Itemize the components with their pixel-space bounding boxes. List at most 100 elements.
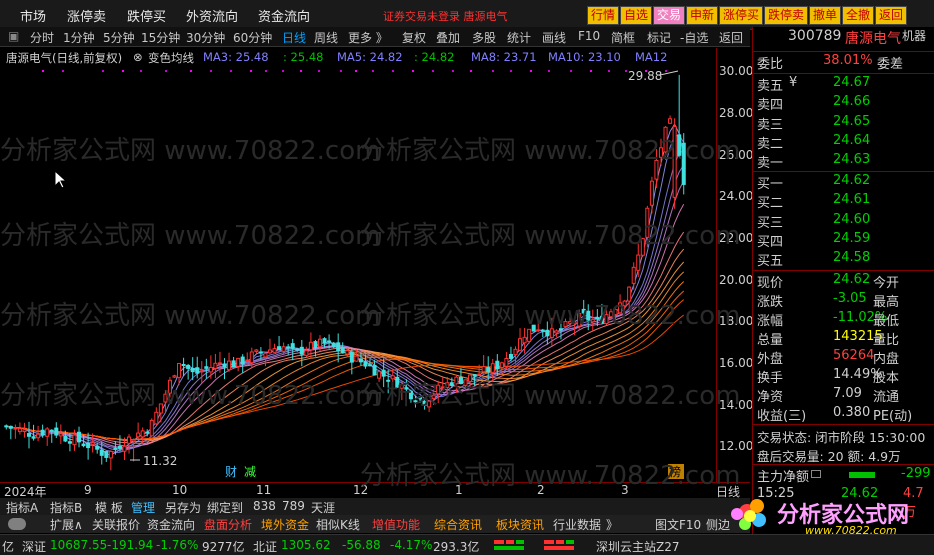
status-prefix: 亿 [2,540,15,554]
candle-body [508,354,513,359]
tab-market-analysis[interactable]: 盘面分析 [204,516,252,533]
ask-level-3[interactable]: 卖三 24.65 [753,114,934,133]
tool-overlay[interactable]: 叠加 [436,29,460,46]
bid-level-2[interactable]: 买二 24.61 [753,192,934,211]
tab-manage[interactable]: 管理 [131,499,155,516]
candle [140,427,145,443]
kline-chart[interactable]: 29.88 11.32 财 减 榜 [0,48,716,482]
bid-level-1[interactable]: 买一 24.62 [753,173,934,192]
btn-back[interactable]: 返回 [875,6,908,25]
period-1min[interactable]: 1分钟 [63,29,95,46]
tab-f10[interactable]: 图文F10 [655,516,701,533]
menu-fund-flow[interactable]: 资金流向 [258,6,310,25]
indicator-tab-bar: 指标A 指标B 模 板 管理 另存为 绑定到 838 789 天涯 [0,498,750,515]
ask-level-1[interactable]: 卖一 24.63 [753,152,934,171]
stat-row-5[interactable]: 换手 14.49% 股本 [753,367,934,386]
legend-indicator-toggle-icon[interactable]: ⊗ [133,50,143,64]
period-30min[interactable]: 30分钟 [186,29,225,46]
tool-multi[interactable]: 多股 [472,29,496,46]
tab-value-added[interactable]: 增值功能 [372,516,420,533]
tab-more[interactable]: 》 [606,516,618,533]
candle-body [254,349,259,352]
bz-label[interactable]: 北证 [253,538,277,555]
btn-cancel-order[interactable]: 撤单 [809,6,842,25]
tab-tianya[interactable]: 天涯 [311,499,335,516]
tab-extend[interactable]: 扩展∧ [50,516,83,533]
btn-limit-down-sell[interactable]: 跌停卖 [764,6,809,25]
btn-watchlist[interactable]: 自选 [620,6,653,25]
stat-row-6[interactable]: 净资 7.09 流通 [753,386,934,405]
login-notice: 证券交易未登录 唐源电气 [383,10,508,23]
ask-level-5[interactable]: 卖五 24.67 [753,75,934,94]
main-flow-row[interactable]: 主力净额 -299 [753,466,934,485]
signal-dot [355,70,357,72]
tab-789[interactable]: 789 [282,499,305,513]
period-weekly[interactable]: 周线 [314,29,338,46]
period-60min[interactable]: 60分钟 [233,29,272,46]
weibi-row: 委比 38.01% 委差 [753,53,934,72]
period-more[interactable]: 更多 》 [348,29,388,46]
tab-save-as[interactable]: 另存为 [165,499,201,516]
tab-similar-kline[interactable]: 相似K线 [316,516,360,533]
tab-related-quote[interactable]: 关联报价 [92,516,140,533]
tool-stats[interactable]: 统计 [507,29,531,46]
server-name[interactable]: 深圳云主站Z27 [596,538,680,555]
period-5min[interactable]: 5分钟 [103,29,135,46]
stat-row-4[interactable]: 外盘 56264 内盘 [753,348,934,367]
period-intraday[interactable]: 分时 [30,29,54,46]
tab-industry-data[interactable]: 行业数据 [553,516,601,533]
tab-overseas-funds[interactable]: 境外资金 [261,516,309,533]
period-daily[interactable]: 日线 [282,29,306,46]
tool-adjust[interactable]: 复权 [402,29,426,46]
btn-quote[interactable]: 行情 [587,6,620,25]
sz-label[interactable]: 深证 [22,538,46,555]
robot-tag[interactable]: 机器 [902,27,926,44]
btn-trade[interactable]: 交易 [653,6,686,25]
btn-new-issue[interactable]: 申新 [686,6,719,25]
tab-template[interactable]: 模 板 [95,499,123,516]
bid-level-4[interactable]: 买四 24.59 [753,231,934,250]
main-flow-icon[interactable] [811,470,821,478]
menu-limit-down-buy[interactable]: 跌停买 [127,6,166,25]
signal-dot [42,70,44,72]
tool-watchlist[interactable]: -自选 [680,29,708,46]
menu-market[interactable]: 市场 [20,6,46,25]
tab-indicator-a[interactable]: 指标A [6,499,38,516]
menu-limit-up-sell[interactable]: 涨停卖 [67,6,106,25]
tab-indicator-b[interactable]: 指标B [50,499,82,516]
tab-fund-flow[interactable]: 资金流向 [147,516,195,533]
btn-limit-up-buy[interactable]: 涨停买 [719,6,764,25]
signal-dot [230,70,232,72]
tab-bind-to[interactable]: 绑定到 [207,499,243,516]
bid-level-5[interactable]: 买五 24.58 [753,250,934,269]
signal-dot [412,70,414,72]
tab-838[interactable]: 838 [253,499,276,513]
stat-row-2[interactable]: 涨幅 -11.02% 最低 [753,310,934,329]
tool-draw[interactable]: 画线 [542,29,566,46]
tool-back[interactable]: 返回 [719,29,743,46]
period-15min[interactable]: 15分钟 [141,29,180,46]
stat-row-3[interactable]: 总量 143215 量比 [753,329,934,348]
bid-level-3[interactable]: 买三 24.60 [753,212,934,231]
tool-simple[interactable]: 简框 [611,29,635,46]
stat-row-1[interactable]: 涨跌 -3.05 最高 [753,291,934,310]
ask-level-4[interactable]: 卖四 24.66 [753,94,934,113]
signal-dots [42,70,667,72]
candle [227,352,232,372]
y-tick-label: 28.00 [719,106,754,121]
menu-foreign-flow[interactable]: 外资流向 [186,6,238,25]
legend-indicator[interactable]: 变色均线 [148,50,194,66]
toolbar-toggle-icon[interactable]: ▣ [8,29,19,43]
tab-news[interactable]: 综合资讯 [434,516,482,533]
signal-dot [625,70,627,72]
candle [358,353,363,366]
tab-sector-news[interactable]: 板块资讯 [496,516,544,533]
tool-f10[interactable]: F10 [578,29,600,43]
stat-row-7[interactable]: 收益(三) 0.380 PE(动) [753,405,934,424]
tool-mark[interactable]: 标记 [647,29,671,46]
btn-cancel-all[interactable]: 全撤 [842,6,875,25]
extension-toggle[interactable] [8,518,26,530]
stat-row-0[interactable]: 现价 24.62 今开 [753,272,934,291]
sz-amount: 9277亿 [202,540,245,554]
ask-level-2[interactable]: 卖二 24.64 [753,133,934,152]
